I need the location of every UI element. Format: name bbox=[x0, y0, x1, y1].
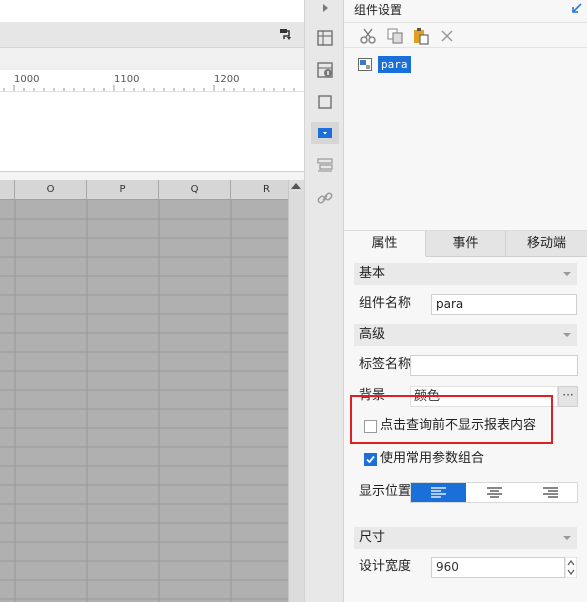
section-basic[interactable]: 基本 bbox=[354, 263, 577, 285]
align-left-icon bbox=[431, 487, 446, 498]
common-param-combo-label: 使用常用参数组合 bbox=[380, 451, 485, 466]
component-name-input[interactable]: para bbox=[431, 294, 577, 315]
chevron-down-icon bbox=[563, 272, 571, 276]
display-position-label: 显示位置 bbox=[359, 484, 412, 499]
scroll-up-arrow-icon[interactable] bbox=[291, 183, 301, 189]
tag-name-input[interactable] bbox=[410, 355, 578, 376]
parameter-pane-icon bbox=[358, 58, 372, 71]
ruler-label: 1100 bbox=[114, 74, 140, 85]
design-width-input[interactable]: 960 bbox=[431, 557, 565, 578]
ruler-label: 1000 bbox=[14, 74, 40, 85]
settings-tabs: 属性 事件 移动端 bbox=[344, 230, 587, 257]
expand-arrow-icon[interactable] bbox=[315, 0, 335, 20]
common-param-combo-checkbox[interactable] bbox=[364, 453, 377, 466]
grid-cells[interactable] bbox=[0, 200, 288, 602]
display-position-selector bbox=[410, 482, 578, 503]
tab-properties[interactable]: 属性 bbox=[344, 231, 426, 257]
chevron-down-icon bbox=[563, 333, 571, 337]
canvas-toolbar bbox=[0, 22, 304, 48]
condition-attribute-icon[interactable] bbox=[315, 156, 335, 176]
cut-icon[interactable] bbox=[359, 27, 377, 45]
horizontal-ruler: 1000 1100 1200 bbox=[0, 70, 304, 92]
tab-mobile[interactable]: 移动端 bbox=[506, 231, 587, 257]
designer-top-area bbox=[0, 0, 304, 22]
section-advanced-label: 高级 bbox=[359, 327, 386, 342]
widget-tree-label: para bbox=[378, 56, 411, 73]
vertical-scrollbar[interactable] bbox=[288, 180, 304, 602]
section-size-label: 尺寸 bbox=[359, 530, 386, 545]
column-header-row: O P Q R bbox=[0, 180, 288, 200]
column-header-p[interactable]: P bbox=[87, 180, 159, 200]
hyperlink-icon[interactable] bbox=[315, 188, 335, 208]
tab-events[interactable]: 事件 bbox=[426, 231, 506, 257]
column-header-o[interactable]: O bbox=[15, 180, 87, 200]
widget-settings-icon[interactable] bbox=[315, 123, 335, 143]
paste-icon[interactable] bbox=[412, 27, 430, 45]
section-advanced[interactable]: 高级 bbox=[354, 324, 577, 346]
pane-divider bbox=[0, 172, 304, 180]
align-right-button[interactable] bbox=[523, 483, 578, 502]
tag-name-label: 标签名称 bbox=[359, 357, 412, 372]
widget-tree: para bbox=[344, 48, 587, 230]
report-grid[interactable]: O P Q R bbox=[0, 180, 288, 602]
width-stepper-icon[interactable] bbox=[565, 557, 577, 578]
float-element-icon[interactable] bbox=[315, 92, 335, 112]
widget-settings-panel: 组件设置 para 属性 事件 移动端 基本 组件名称 para 高级 标签名称… bbox=[344, 0, 587, 602]
ruler-label: 1200 bbox=[214, 74, 240, 85]
delete-icon[interactable] bbox=[438, 27, 456, 45]
background-more-button[interactable]: ··· bbox=[558, 386, 578, 407]
cell-element-icon[interactable] bbox=[315, 28, 335, 48]
parameter-pane-canvas[interactable] bbox=[0, 92, 304, 172]
ruler-ticks bbox=[3, 85, 295, 91]
copy-icon[interactable] bbox=[386, 27, 404, 45]
align-right-icon bbox=[543, 487, 558, 498]
panel-title: 组件设置 bbox=[354, 3, 403, 17]
component-name-label: 组件名称 bbox=[359, 296, 412, 311]
column-header-q[interactable]: Q bbox=[159, 180, 231, 200]
widget-toolbar bbox=[344, 22, 587, 48]
design-width-label: 设计宽度 bbox=[359, 559, 412, 574]
section-basic-label: 基本 bbox=[359, 266, 386, 281]
cell-attribute-icon[interactable] bbox=[315, 60, 335, 80]
collapse-panel-icon[interactable] bbox=[571, 2, 583, 14]
hide-before-query-label: 点击查询前不显示报表内容 bbox=[380, 418, 537, 433]
checkmark-icon bbox=[366, 455, 375, 464]
chevron-down-icon bbox=[563, 536, 571, 540]
section-size[interactable]: 尺寸 bbox=[354, 527, 577, 549]
format-painter-icon[interactable] bbox=[278, 27, 292, 41]
align-center-icon bbox=[487, 487, 502, 498]
column-header-r[interactable]: R bbox=[231, 180, 288, 200]
side-toolbar bbox=[304, 0, 344, 602]
align-left-button[interactable] bbox=[411, 483, 466, 502]
align-center-button[interactable] bbox=[467, 483, 522, 502]
hide-before-query-checkbox[interactable] bbox=[364, 420, 377, 433]
row-header-corner bbox=[0, 180, 15, 200]
